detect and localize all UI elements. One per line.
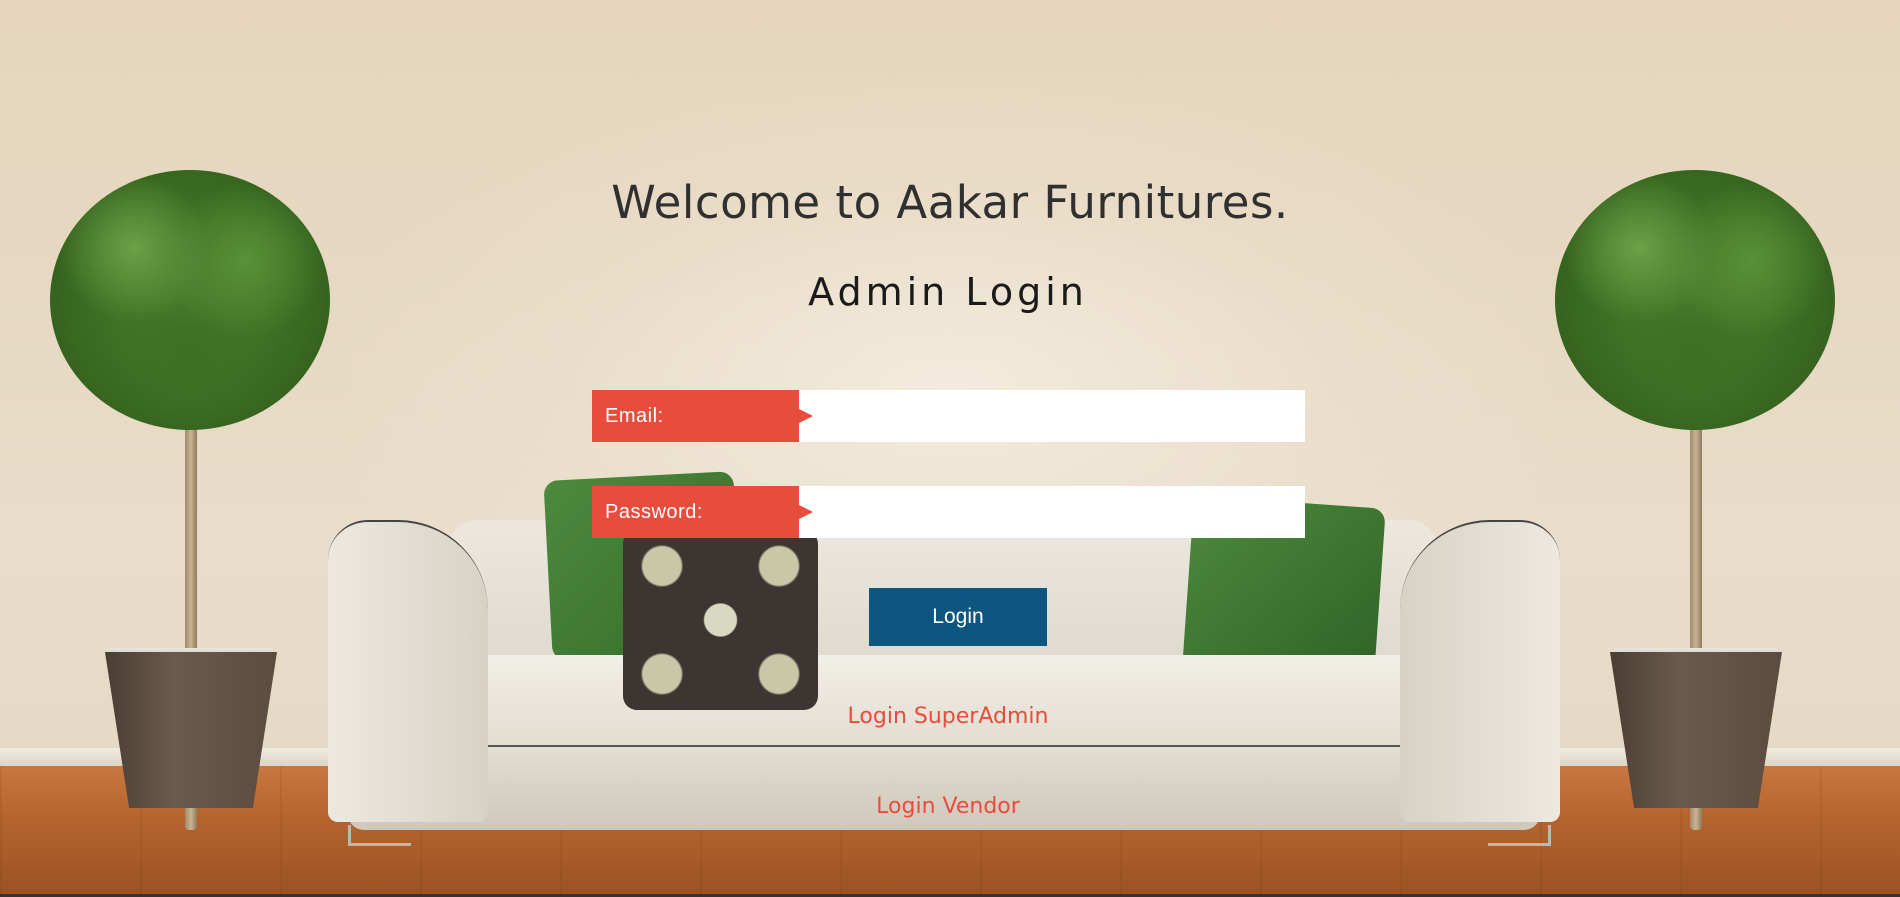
password-row: Password: — [592, 486, 1305, 538]
password-field[interactable] — [799, 486, 1305, 538]
email-field[interactable] — [799, 390, 1305, 442]
login-button[interactable]: Login — [869, 588, 1047, 646]
login-superadmin-link[interactable]: Login SuperAdmin — [0, 704, 1896, 729]
password-label: Password: — [592, 486, 813, 538]
welcome-heading: Welcome to Aakar Furnitures. — [611, 176, 1289, 229]
email-row: Email: — [592, 390, 1305, 442]
login-vendor-link[interactable]: Login Vendor — [0, 794, 1896, 819]
email-label: Email: — [592, 390, 813, 442]
page-title: Admin Login — [808, 270, 1088, 314]
login-panel: Welcome to Aakar Furnitures. Admin Login… — [0, 0, 1900, 897]
